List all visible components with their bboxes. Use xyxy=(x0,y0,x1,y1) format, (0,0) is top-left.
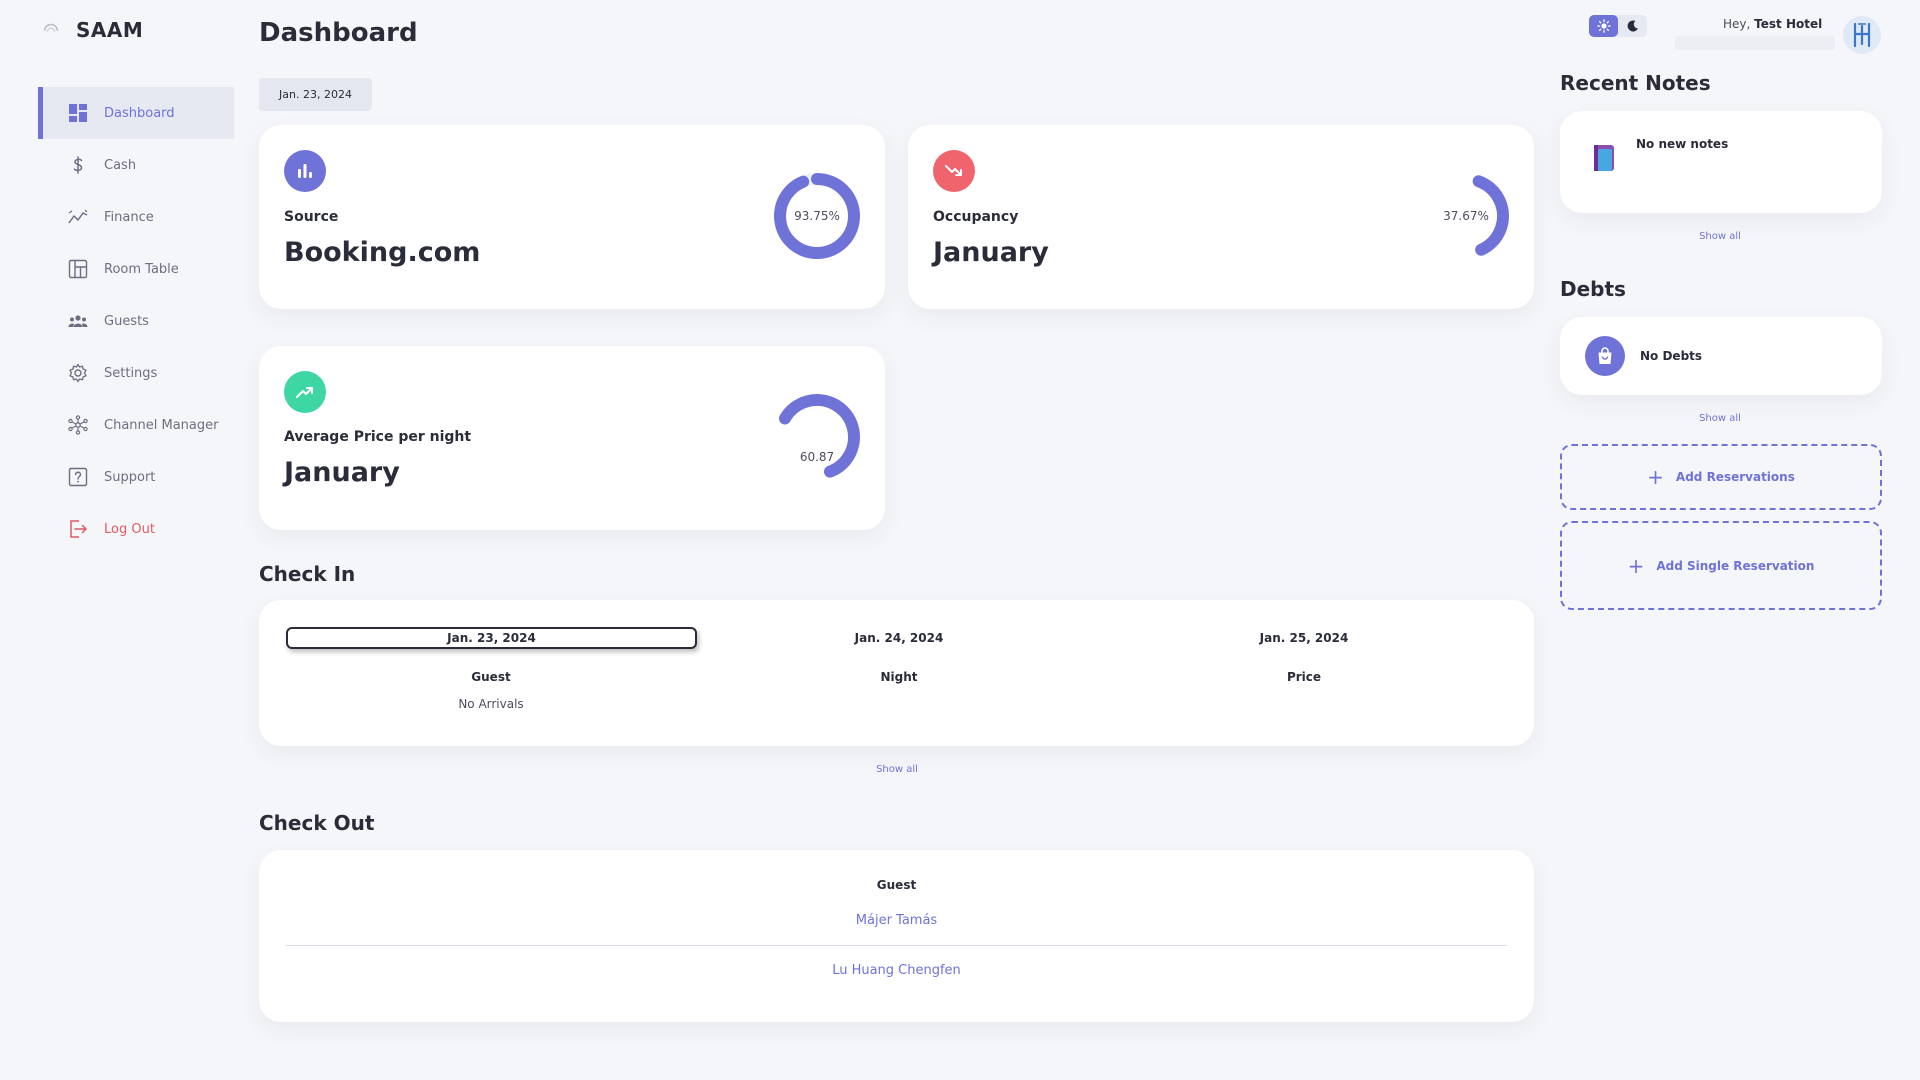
page-title: Dashboard xyxy=(259,18,418,48)
column-header-guest: Guest xyxy=(471,670,511,684)
occupancy-percent: 37.67% xyxy=(1443,209,1489,223)
occupancy-label: Occupancy xyxy=(933,209,1019,225)
plus-icon: + xyxy=(1627,553,1645,578)
dollar-icon xyxy=(73,156,83,174)
sidebar-item-label: Room Table xyxy=(104,261,179,277)
bar-chart-icon xyxy=(284,150,326,192)
sidebar-item-support[interactable]: Support xyxy=(38,451,234,503)
source-label: Source xyxy=(284,209,339,225)
add-reservations-label: Add Reservations xyxy=(1675,470,1795,484)
checkin-show-all-link[interactable]: Show all xyxy=(847,764,947,775)
logout-icon xyxy=(70,520,88,538)
price-label: Average Price per night xyxy=(284,429,472,445)
checkout-title: Check Out xyxy=(259,811,375,835)
trend-icon xyxy=(68,209,88,224)
price-ring xyxy=(774,394,860,480)
checkin-card: Jan. 23, 2024 Jan. 24, 2024 Jan. 25, 202… xyxy=(259,600,1534,746)
shopping-bag-icon xyxy=(1585,336,1625,376)
checkin-day-tab[interactable]: Jan. 23, 2024 xyxy=(286,627,697,649)
sun-icon xyxy=(1596,19,1611,33)
sidebar-item-dashboard[interactable]: Dashboard xyxy=(38,87,234,139)
add-single-reservation-label: Add Single Reservation xyxy=(1656,558,1815,573)
checkin-day-tab[interactable]: Jan. 24, 2024 xyxy=(697,627,1101,649)
column-header-price: Price xyxy=(1286,670,1322,684)
source-percent: 93.75% xyxy=(794,209,840,223)
notebook-icon xyxy=(1594,145,1614,171)
price-value: January xyxy=(284,457,400,488)
sidebar-item-label: Guests xyxy=(104,313,149,329)
dashboard-icon xyxy=(69,104,87,122)
sidebar-item-guests[interactable]: Guests xyxy=(38,295,234,347)
greeting-prefix: Hey, xyxy=(1723,17,1751,31)
sidebar-item-label: Cash xyxy=(104,157,137,173)
occupancy-value: January xyxy=(933,237,1049,268)
debts-empty-text: No Debts xyxy=(1640,349,1703,363)
network-icon xyxy=(68,415,88,435)
occupancy-card: Occupancy January 37.67% xyxy=(908,125,1534,309)
user-subtitle-placeholder xyxy=(1675,36,1835,50)
divider xyxy=(286,945,1507,946)
price-card: Average Price per night January 60.87 xyxy=(259,346,885,530)
notes-show-all-link[interactable]: Show all xyxy=(1670,231,1770,242)
guest-link[interactable]: Lu Huang Chengfen xyxy=(259,963,1534,978)
question-icon xyxy=(68,467,88,487)
add-reservations-button[interactable]: + Add Reservations xyxy=(1560,444,1882,510)
room-table-icon xyxy=(68,259,88,279)
price-ring-value: 60.87 xyxy=(799,450,835,464)
sidebar-item-logout[interactable]: Log Out xyxy=(38,503,234,555)
sidebar-item-settings[interactable]: Settings xyxy=(38,347,234,399)
sidebar-item-label: Support xyxy=(104,469,156,485)
source-value: Booking.com xyxy=(284,237,481,268)
guests-icon xyxy=(68,315,88,327)
checkin-day-tab[interactable]: Jan. 25, 2024 xyxy=(1101,627,1507,649)
sidebar-item-channel-manager[interactable]: Channel Manager xyxy=(38,399,234,451)
sidebar: Dashboard Cash Finance Room Table Guests… xyxy=(38,87,234,555)
column-header-guest: Guest xyxy=(876,878,917,892)
sidebar-item-label: Channel Manager xyxy=(104,417,219,433)
gear-icon xyxy=(69,363,87,383)
debts-card: No Debts xyxy=(1560,317,1882,395)
trending-down-icon xyxy=(933,150,975,192)
user-name: Test Hotel xyxy=(1754,17,1823,31)
sidebar-item-finance[interactable]: Finance xyxy=(38,191,234,243)
sidebar-item-label: Settings xyxy=(104,365,158,381)
moon-icon xyxy=(1627,20,1638,32)
add-single-reservation-button[interactable]: + Add Single Reservation xyxy=(1560,521,1882,610)
sidebar-item-label: Log Out xyxy=(104,521,155,537)
debts-title: Debts xyxy=(1560,277,1626,301)
plus-icon: + xyxy=(1647,465,1664,489)
saam-logo-icon xyxy=(43,23,59,32)
debts-show-all-link[interactable]: Show all xyxy=(1670,413,1770,424)
recent-notes-card: No new notes xyxy=(1560,111,1882,213)
source-card: Source Booking.com 93.75% xyxy=(259,125,885,309)
dark-mode-button[interactable] xyxy=(1618,15,1647,37)
recent-notes-title: Recent Notes xyxy=(1560,71,1711,95)
sidebar-item-label: Dashboard xyxy=(104,105,175,121)
date-picker[interactable]: Jan. 23, 2024 xyxy=(259,78,372,111)
avatar[interactable] xyxy=(1843,16,1881,54)
greeting: Hey, Test Hotel xyxy=(1723,17,1822,31)
checkout-card: Guest Májer Tamás Lu Huang Chengfen xyxy=(259,850,1534,1022)
notes-empty-text: No new notes xyxy=(1636,137,1729,151)
brand[interactable]: SAAM xyxy=(40,18,143,42)
hotel-logo-icon xyxy=(1853,22,1871,48)
brand-name: SAAM xyxy=(76,18,144,42)
light-mode-button[interactable] xyxy=(1589,15,1618,37)
sidebar-item-cash[interactable]: Cash xyxy=(38,139,234,191)
sidebar-item-label: Finance xyxy=(104,209,154,225)
theme-toggle[interactable] xyxy=(1589,15,1647,37)
column-header-night: Night xyxy=(880,670,918,684)
checkin-title: Check In xyxy=(259,562,356,586)
sidebar-item-room-table[interactable]: Room Table xyxy=(38,243,234,295)
empty-state: No Arrivals xyxy=(458,697,524,711)
guest-link[interactable]: Májer Tamás xyxy=(259,913,1534,928)
trending-up-icon xyxy=(284,371,326,413)
